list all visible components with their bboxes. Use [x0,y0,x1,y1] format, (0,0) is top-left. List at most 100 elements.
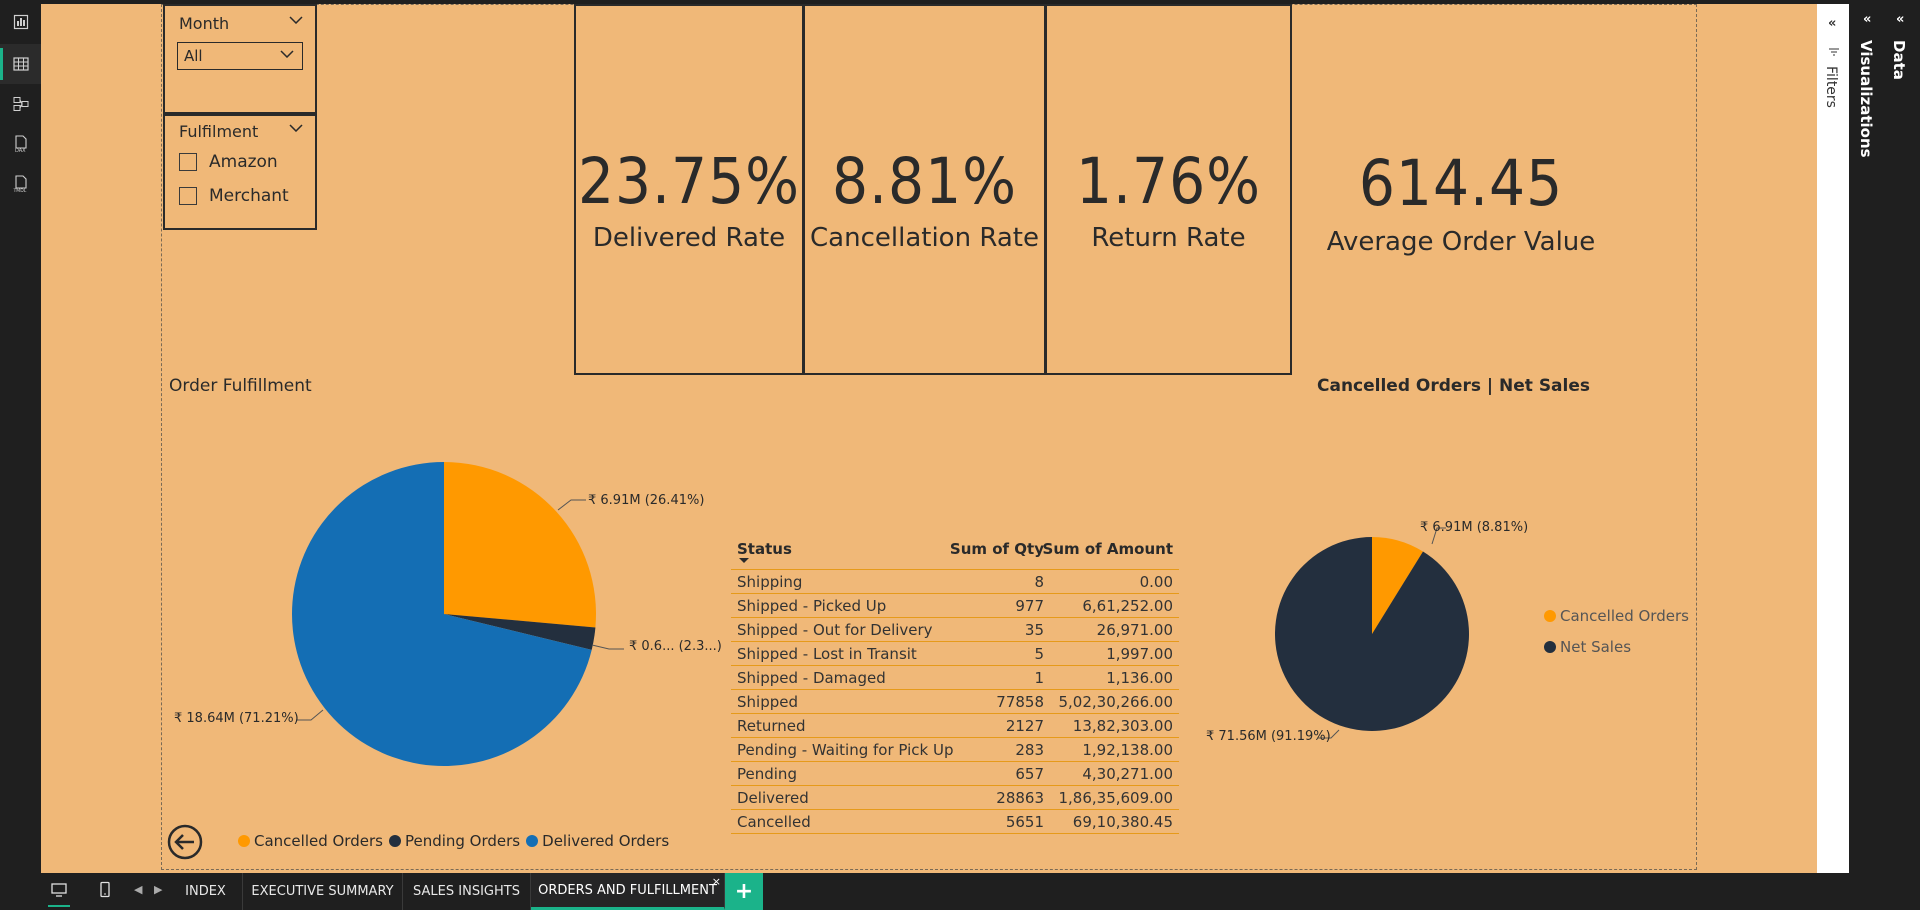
filters-label[interactable]: Filters [1823,66,1839,108]
column-header-status[interactable]: Status [737,540,792,558]
qty-cell: 5 [1034,645,1044,663]
status-cell: Shipped - Picked Up [737,597,887,615]
status-cell: Shipped - Damaged [737,669,886,687]
mobile-layout-button[interactable] [98,881,112,903]
tmdl-view-button[interactable]: TMDL [0,164,41,204]
legend-item-cancelled[interactable]: Cancelled Orders [254,832,383,850]
status-table[interactable]: Status Sum of Qty Sum of Amount Shipping… [731,534,1179,834]
visualizations-pane-tab[interactable]: Visualizations [1857,40,1875,158]
table-row[interactable]: Shipped - Lost in Transit 5 1,997.00 [731,642,1179,666]
svg-text:DAX: DAX [15,148,26,153]
legend-dot-delivered [526,835,539,847]
status-cell: Shipped - Lost in Transit [737,645,917,663]
table-row[interactable]: Pending - Waiting for Pick Up 283 1,92,138… [731,738,1179,762]
amount-cell: 1,136.00 [1106,669,1173,687]
model-view-button[interactable] [0,84,41,124]
table-row[interactable]: Returned 2127 13,82,303.00 [731,714,1179,738]
legend-label: Net Sales [1560,638,1632,656]
legend-item-net-sales[interactable]: Net Sales [1544,638,1631,656]
legend-dot-cancelled [238,835,250,847]
pie-label-cancelled-2: ₹ 6.91M (8.81%) [1420,520,1529,535]
table-row[interactable]: Shipped - Out for Delivery 35 26,971.00 [731,618,1179,642]
qty-cell: 28863 [996,789,1044,807]
legend-dot-net [1544,641,1556,653]
model-view-icon [13,97,28,111]
tab-label: SALES INSIGHTS [413,884,520,899]
tab-sales-insights[interactable]: SALES INSIGHTS [403,873,531,910]
amount-cell: 4,30,271.00 [1082,765,1173,783]
scroll-left-icon[interactable]: ◀ [134,883,142,896]
column-header-qty[interactable]: Sum of Qty [950,540,1044,558]
close-icon[interactable]: × [712,875,721,888]
amount-cell: 1,92,138.00 [1082,741,1173,759]
table-row[interactable]: Shipped - Damaged 1 1,136.00 [731,666,1179,690]
tab-label: INDEX [185,884,226,899]
expand-chevron-icon[interactable]: « [1863,12,1871,27]
pie-label-net-sales: ₹ 71.56M (91.19%) [1206,729,1331,744]
column-header-amount[interactable]: Sum of Amount [1043,540,1173,558]
pie-slice-cancelled[interactable] [444,462,596,628]
qty-cell: 2127 [1005,717,1044,735]
status-cell: Shipping [737,573,803,591]
report-view-icon [13,14,28,30]
legend-item-pending[interactable]: Pending Orders [405,832,520,850]
table-row[interactable]: Shipping 8 0.00 [731,570,1179,594]
status-cell: Returned [737,717,806,735]
qty-cell: 1 [1034,669,1044,687]
status-cell: Delivered [737,789,809,807]
scroll-right-icon[interactable]: ▶ [154,883,162,896]
status-cell: Shipped - Out for Delivery [737,621,933,639]
table-row[interactable]: Pending 657 4,30,271.00 [731,762,1179,786]
table-row[interactable]: Shipped - Picked Up 977 6,61,252.00 [731,594,1179,618]
page-tab-bar: ◀ ▶ INDEX EXECUTIVE SUMMARY SALES INSIGH… [0,873,1920,910]
legend-dot-pending [388,835,401,847]
back-arrow-icon[interactable] [167,824,203,860]
pie-label-delivered: ₹ 18.64M (71.21%) [174,711,299,726]
desktop-layout-button[interactable] [48,881,70,907]
amount-cell: 13,82,303.00 [1072,717,1173,735]
legend-item-delivered[interactable]: Delivered Orders [542,832,669,850]
amount-cell: 1,86,35,609.00 [1058,789,1173,807]
table-row[interactable]: Delivered 28863 1,86,35,609.00 [731,786,1179,810]
mobile-icon [100,881,110,898]
pie-slice-net-sales[interactable] [1275,537,1469,731]
qty-cell: 35 [1024,621,1044,639]
amount-cell: 69,10,380.45 [1072,813,1173,831]
add-page-button[interactable]: + [725,873,763,910]
right-panes: « Visualizations « Data [1849,0,1920,873]
plus-icon: + [734,879,754,904]
legend-item-cancelled-2[interactable]: Cancelled Orders [1544,607,1689,625]
data-pane-tab[interactable]: Data [1890,40,1908,80]
table-view-button[interactable] [0,44,41,84]
expand-chevron-icon[interactable]: « [1828,16,1836,31]
leader-line-delivered [296,709,324,721]
filters-pane-collapsed[interactable]: « Filters [1817,4,1849,873]
status-cell: Cancelled [737,813,811,831]
qty-cell: 657 [1015,765,1044,783]
desktop-icon [51,883,67,897]
cancelled-net-title: Cancelled Orders | Net Sales [1317,376,1591,396]
status-cell: Shipped [737,693,798,711]
status-cell: Pending [737,765,797,783]
expand-chevron-icon[interactable]: « [1896,12,1904,27]
report-view-button[interactable] [0,2,41,42]
table-row[interactable]: Shipped 77858 5,02,30,266.00 [731,690,1179,714]
leader-line-cancelled [557,499,586,511]
amount-cell: 6,61,252.00 [1082,597,1173,615]
table-row[interactable]: Cancelled 5651 69,10,380.45 [731,810,1179,834]
dax-query-icon: DAX [15,135,27,153]
dax-query-button[interactable]: DAX [0,124,41,164]
amount-cell: 0.00 [1139,573,1173,591]
order-fulfillment-legend: Cancelled Orders Pending Orders Delivere… [238,832,669,850]
filter-icon [1829,48,1839,56]
tab-index[interactable]: INDEX [169,873,243,910]
sort-descending-icon [739,558,749,563]
qty-cell: 8 [1034,573,1044,591]
report-canvas: Month All Fulfilment Amazon Merchant 23.… [41,4,1817,873]
qty-cell: 5651 [1005,813,1044,831]
tmdl-view-icon: TMDL [13,175,26,193]
amount-cell: 1,997.00 [1106,645,1173,663]
qty-cell: 977 [1015,597,1044,615]
tab-orders-and-fulfillment[interactable]: ORDERS AND FULFILLMENT × [531,873,725,910]
tab-executive-summary[interactable]: EXECUTIVE SUMMARY [243,873,403,910]
